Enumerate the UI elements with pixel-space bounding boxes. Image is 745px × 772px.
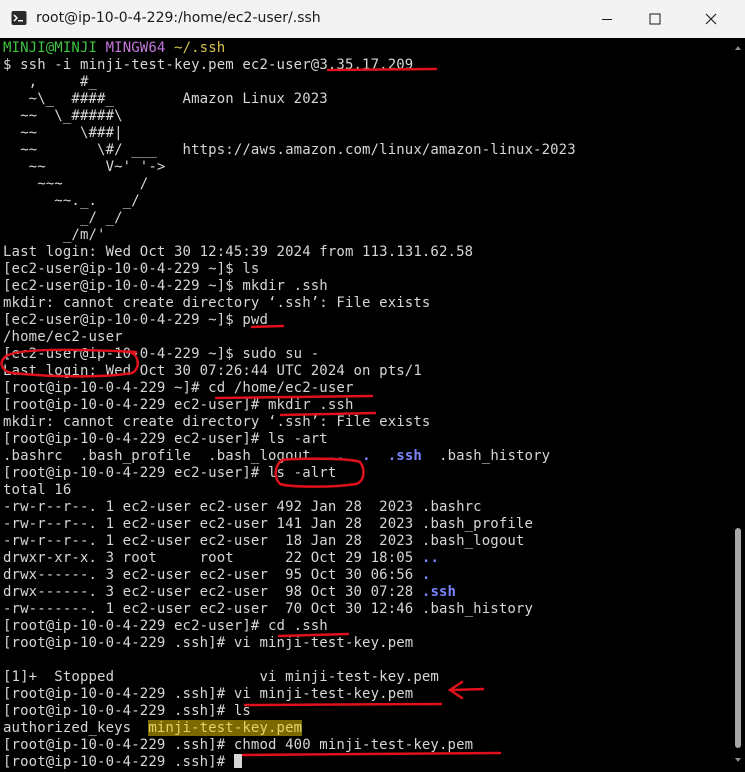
git-bash-icon — [11, 11, 27, 25]
command-line: [root@ip-10-0-4-229 ~]# cd /home/ec2-use… — [3, 380, 354, 396]
command-line: [root@ip-10-0-4-229 ec2-user]# ls -art — [3, 431, 328, 447]
close-icon — [705, 13, 717, 25]
error-line: mkdir: cannot create directory ‘.ssh’: F… — [3, 414, 431, 430]
banner-line: _/ _/ — [3, 210, 123, 226]
listing-row: drwxr-xr-x. 3 root root 22 Oct 29 18:05 … — [3, 550, 439, 567]
ssh-command-line: $ ssh -i minji-test-key.pem ec2-user@3.3… — [3, 57, 413, 74]
banner-line: , #_ — [3, 74, 98, 90]
last-login-line: Last login: Wed Oct 30 07:26:44 UTC 2024… — [3, 363, 422, 379]
command-line: [ec2-user@ip-10-0-4-229 ~]$ mkdir .ssh — [3, 278, 328, 294]
command-line: [root@ip-10-0-4-229 ec2-user]# ls -alrt — [3, 465, 337, 481]
total-line: total 16 — [3, 482, 72, 498]
banner-line: ~~ \###| — [3, 125, 123, 141]
banner-line: ~~ \_#####\ — [3, 108, 123, 124]
banner-line: ~~ \#/ ___ https://aws.amazon.com/linux/… — [3, 142, 576, 158]
command-line: [root@ip-10-0-4-229 .ssh]# vi minji-test… — [3, 635, 414, 651]
minimize-icon — [602, 19, 612, 20]
command-line: [root@ip-10-0-4-229 ec2-user]# mkdir .ss… — [3, 397, 354, 413]
ssh-command: $ ssh -i minji-test-key.pem ec2-user@ — [3, 57, 320, 73]
banner-line: ~~~ / — [3, 176, 149, 192]
file-name: authorized_keys — [3, 720, 149, 736]
command-line: [ec2-user@ip-10-0-4-229 ~]$ ls — [3, 261, 260, 277]
banner-line: _/m/' — [3, 227, 106, 243]
prompt-path: ~/.ssh — [174, 40, 226, 56]
listing-row: -rw-r--r--. 1 ec2-user ec2-user 18 Jan 2… — [3, 533, 524, 550]
listing-dir-name: .ssh — [421, 584, 457, 600]
prompt-user: MINJI@MINJI — [3, 40, 98, 56]
minimize-button[interactable] — [584, 0, 630, 38]
close-button[interactable] — [688, 0, 734, 38]
prompt-env: MINGW64 — [105, 40, 166, 56]
banner-line: ~~ V~' '-> — [3, 159, 166, 175]
file-names: .bash_history — [421, 448, 551, 464]
vertical-scrollbar[interactable] — [731, 38, 745, 772]
command-line: [ec2-user@ip-10-0-4-229 ~]$ pwd — [3, 312, 269, 328]
dir-name: .ssh — [387, 448, 422, 464]
listing-row: -rw-------. 1 ec2-user ec2-user 70 Oct 3… — [3, 601, 533, 618]
listing-file-name: .bash_history — [421, 601, 534, 617]
listing-row: drwx------. 3 ec2-user ec2-user 95 Oct 3… — [3, 567, 430, 584]
command-line: [root@ip-10-0-4-229 .ssh]# ls — [3, 703, 251, 719]
command-line: [root@ip-10-0-4-229 .ssh]# vi minji-test… — [3, 686, 414, 702]
job-status-line: [1]+ Stopped vi minji-test-key.pem — [3, 669, 439, 685]
listing-meta: drwxr-xr-x. 3 root root 22 Oct 29 18:05 — [3, 550, 422, 566]
ssh-ip: 3.35.17.209 — [319, 57, 414, 73]
dir-name: .. — [327, 448, 345, 464]
current-prompt-line[interactable]: [root@ip-10-0-4-229 .ssh]# — [3, 754, 242, 771]
local-prompt-line: MINJI@MINJI MINGW64 ~/.ssh — [3, 40, 225, 57]
maximize-icon — [649, 13, 661, 25]
scroll-up-arrow-icon[interactable] — [734, 44, 742, 52]
terminal-output[interactable]: MINJI@MINJI MINGW64 ~/.ssh $ ssh -i minj… — [0, 38, 730, 772]
listing-row: drwx------. 3 ec2-user ec2-user 98 Oct 3… — [3, 584, 456, 601]
prompt: [root@ip-10-0-4-229 .ssh]# — [3, 754, 234, 770]
last-login-line: Last login: Wed Oct 30 12:45:39 2024 fro… — [3, 244, 474, 260]
terminal-window: root@ip-10-0-4-229:/home/ec2-user/.ssh M… — [0, 0, 745, 772]
scroll-down-arrow-icon[interactable] — [734, 756, 742, 764]
listing-dir-name: . — [421, 567, 431, 583]
cursor — [233, 754, 242, 768]
title-bar[interactable]: root@ip-10-0-4-229:/home/ec2-user/.ssh — [0, 0, 745, 38]
listing-meta: -rw-r--r--. 1 ec2-user ec2-user 492 Jan … — [3, 499, 422, 515]
file-names: .bashrc .bash_profile .bash_logout — [3, 448, 328, 464]
banner-line: ~\_ ####_ Amazon Linux 2023 — [3, 91, 328, 107]
listing-dir-name: .. — [421, 550, 439, 566]
maximize-button[interactable] — [632, 0, 678, 38]
listing-meta: drwx------. 3 ec2-user ec2-user 98 Oct 3… — [3, 584, 422, 600]
ls-output-line: authorized_keys minji-test-key.pem — [3, 720, 303, 737]
listing-row: -rw-r--r--. 1 ec2-user ec2-user 141 Jan … — [3, 516, 533, 533]
listing-meta: drwx------. 3 ec2-user ec2-user 95 Oct 3… — [3, 567, 422, 583]
listing-file-name: .bashrc — [421, 499, 482, 515]
highlighted-file-name: minji-test-key.pem — [148, 720, 303, 736]
listing-file-name: .bash_profile — [421, 516, 534, 532]
command-line: [root@ip-10-0-4-229 .ssh]# chmod 400 min… — [3, 737, 474, 753]
listing-meta: -rw-r--r--. 1 ec2-user ec2-user 141 Jan … — [3, 516, 422, 532]
listing-file-name: .bash_logout — [421, 533, 525, 549]
command-line: [root@ip-10-0-4-229 ec2-user]# cd .ssh — [3, 618, 328, 634]
listing-meta: -rw-------. 1 ec2-user ec2-user 70 Oct 3… — [3, 601, 422, 617]
window-title: root@ip-10-0-4-229:/home/ec2-user/.ssh — [36, 10, 321, 26]
pwd-output: /home/ec2-user — [3, 329, 123, 345]
banner-line: ~~._. _/ — [3, 193, 140, 209]
ls-output-line: .bashrc .bash_profile .bash_logout .. . … — [3, 448, 550, 465]
listing-meta: -rw-r--r--. 1 ec2-user ec2-user 18 Jan 2… — [3, 533, 422, 549]
scrollbar-thumb[interactable] — [735, 528, 741, 748]
command-line: [ec2-user@ip-10-0-4-229 ~]$ sudo su - — [3, 346, 320, 362]
error-line: mkdir: cannot create directory ‘.ssh’: F… — [3, 295, 431, 311]
listing-row: -rw-r--r--. 1 ec2-user ec2-user 492 Jan … — [3, 499, 482, 516]
dir-name: . — [362, 448, 371, 464]
